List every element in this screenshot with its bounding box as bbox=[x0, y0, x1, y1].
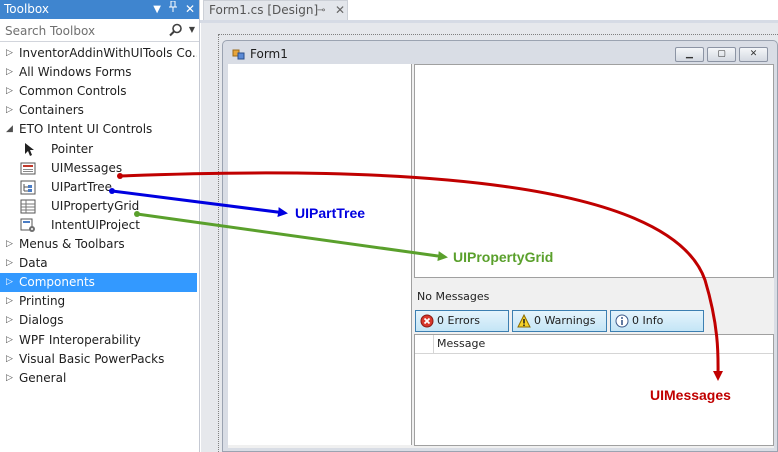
close-button[interactable]: ✕ bbox=[739, 47, 768, 62]
pin-icon[interactable] bbox=[168, 0, 177, 19]
toolbox-label: Printing bbox=[19, 294, 66, 309]
toolbox-label: Data bbox=[19, 256, 48, 271]
toolbox-label: All Windows Forms bbox=[19, 65, 132, 80]
toolbox-label: Containers bbox=[19, 103, 84, 118]
toolbox-group[interactable]: ▷ Data bbox=[0, 254, 197, 273]
toolbox-item[interactable]: Pointer bbox=[0, 140, 197, 159]
toolbox-group[interactable]: ▷ Containers bbox=[0, 101, 197, 120]
toolbox-label: General bbox=[19, 370, 67, 385]
info-icon bbox=[615, 314, 629, 328]
warnings-label: 0 Warnings bbox=[534, 314, 596, 327]
warnings-button[interactable]: 0 Warnings bbox=[512, 310, 607, 332]
collapsed-arrow-icon[interactable]: ▷ bbox=[6, 311, 16, 330]
dropdown-icon[interactable]: ▼ bbox=[153, 0, 161, 19]
tab-pin-icon[interactable]: ⊸ bbox=[317, 1, 325, 20]
tab-form1-design[interactable]: Form1.cs [Design] ⊸ ✕ bbox=[203, 0, 348, 20]
maximize-button[interactable]: ▢ bbox=[707, 47, 736, 62]
collapsed-arrow-icon[interactable]: ▷ bbox=[6, 254, 16, 273]
toolbox-group[interactable]: ▷ Dialogs bbox=[0, 311, 197, 330]
tab-close-icon[interactable]: ✕ bbox=[335, 1, 345, 20]
uiparttree-icon bbox=[20, 180, 36, 195]
errors-label: 0 Errors bbox=[437, 314, 481, 327]
message-status: No Messages bbox=[417, 290, 490, 303]
toolbox-label: Visual Basic PowerPacks bbox=[19, 351, 165, 366]
tab-label: Form1.cs [Design] bbox=[209, 3, 319, 17]
toolbox-label: Dialogs bbox=[19, 313, 64, 328]
search-dropdown-icon[interactable]: ▼ bbox=[189, 25, 195, 34]
intentuiproject-icon bbox=[20, 218, 36, 233]
uimessages-icon bbox=[20, 161, 36, 176]
visual-studio-window: Toolbox ▼ ✕ Search Toolbox ▼ ▷ InventorAd… bbox=[0, 0, 778, 452]
toolbox-label: IntentUIProject bbox=[51, 217, 140, 232]
collapsed-arrow-icon[interactable]: ▷ bbox=[6, 44, 16, 63]
info-button[interactable]: 0 Info bbox=[610, 310, 704, 332]
search-input[interactable]: Search Toolbox bbox=[5, 24, 95, 38]
toolbox-group[interactable]: ▷ Menus & Toolbars bbox=[0, 235, 197, 254]
grid-column-message[interactable]: Message bbox=[437, 337, 485, 350]
toolbox-label: Pointer bbox=[51, 141, 94, 156]
grid-row-header bbox=[415, 335, 434, 353]
toolbox-item[interactable]: UIPropertyGrid bbox=[0, 197, 197, 216]
toolbox-item[interactable]: UIPartTree bbox=[0, 178, 197, 197]
collapsed-arrow-icon[interactable]: ▷ bbox=[6, 331, 16, 350]
toolbox-label: Menus & Toolbars bbox=[19, 237, 125, 251]
toolbox-panel: Toolbox ▼ ✕ Search Toolbox ▼ ▷ InventorAd… bbox=[0, 0, 200, 452]
toolbox-label: Components bbox=[19, 275, 95, 290]
uimessages-annotation: UIMessages bbox=[650, 387, 731, 403]
collapsed-arrow-icon[interactable]: ▷ bbox=[6, 63, 16, 82]
toolbox-group[interactable]: ▷ WPF Interoperability bbox=[0, 331, 197, 350]
collapsed-arrow-icon[interactable]: ▷ bbox=[6, 350, 16, 369]
toolbox-title: Toolbox bbox=[4, 2, 49, 16]
collapsed-arrow-icon[interactable]: ▷ bbox=[6, 292, 16, 311]
form-title: Form1 bbox=[250, 47, 288, 61]
form-icon bbox=[232, 49, 245, 60]
toolbox-group[interactable]: ▷ Common Controls bbox=[0, 82, 197, 101]
toolbox-group[interactable]: ◢ ETO Intent UI Controls bbox=[0, 120, 197, 139]
grid-header: Message bbox=[415, 335, 773, 354]
search-icon[interactable] bbox=[169, 23, 183, 37]
expanded-arrow-icon[interactable]: ◢ bbox=[6, 120, 16, 139]
uiparttree-annotation: UIPartTree bbox=[295, 205, 366, 221]
toolbox-label: UIMessages bbox=[51, 160, 123, 175]
toolbox-search[interactable]: Search Toolbox ▼ bbox=[0, 20, 199, 42]
toolbox-title-bar: Toolbox ▼ ✕ bbox=[0, 0, 199, 19]
uipropertygrid-annotation: UIPropertyGrid bbox=[453, 249, 554, 265]
collapsed-arrow-icon[interactable]: ▷ bbox=[6, 101, 16, 120]
toolbox-group[interactable]: ▷ Printing bbox=[0, 292, 197, 311]
toolbox-group[interactable]: ▷ All Windows Forms bbox=[0, 63, 197, 82]
info-label: 0 Info bbox=[632, 314, 664, 327]
error-icon bbox=[420, 314, 434, 328]
toolbox-group[interactable]: ▷ General bbox=[0, 369, 197, 388]
toolbox-item[interactable]: UIMessages bbox=[0, 159, 197, 178]
collapsed-arrow-icon[interactable]: ▷ bbox=[6, 235, 16, 254]
toolbox-title-buttons: ▼ ✕ bbox=[153, 0, 195, 19]
pointer-icon bbox=[20, 142, 36, 157]
collapsed-arrow-icon[interactable]: ▷ bbox=[6, 369, 16, 388]
toolbox-label: InventorAddinWithUITools Co... bbox=[19, 46, 197, 60]
toolbox-group[interactable]: ▷ InventorAddinWithUITools Co... bbox=[0, 44, 197, 63]
warning-icon bbox=[517, 314, 531, 328]
toolbox-group[interactable]: ▷ Components bbox=[0, 273, 197, 293]
collapsed-arrow-icon[interactable]: ▷ bbox=[6, 273, 16, 292]
toolbox-label: UIPropertyGrid bbox=[51, 198, 140, 213]
toolbox-label: ETO Intent UI Controls bbox=[19, 122, 153, 137]
toolbox-label: UIPartTree bbox=[51, 179, 113, 194]
toolbox-item[interactable]: IntentUIProject bbox=[0, 216, 197, 235]
document-tabstrip: Form1.cs [Design] ⊸ ✕ bbox=[200, 0, 778, 20]
toolbox-label: Common Controls bbox=[19, 84, 127, 99]
minimize-button[interactable]: ▁ bbox=[675, 47, 704, 62]
collapsed-arrow-icon[interactable]: ▷ bbox=[6, 82, 16, 101]
toolbox-group[interactable]: ▷ Visual Basic PowerPacks bbox=[0, 350, 197, 369]
toolbox-label: WPF Interoperability bbox=[19, 332, 141, 347]
uipropertygrid-icon bbox=[20, 199, 36, 214]
errors-button[interactable]: 0 Errors bbox=[415, 310, 509, 332]
left-panel[interactable] bbox=[228, 64, 412, 445]
close-icon[interactable]: ✕ bbox=[185, 0, 195, 19]
part-tree-control[interactable] bbox=[414, 64, 774, 278]
